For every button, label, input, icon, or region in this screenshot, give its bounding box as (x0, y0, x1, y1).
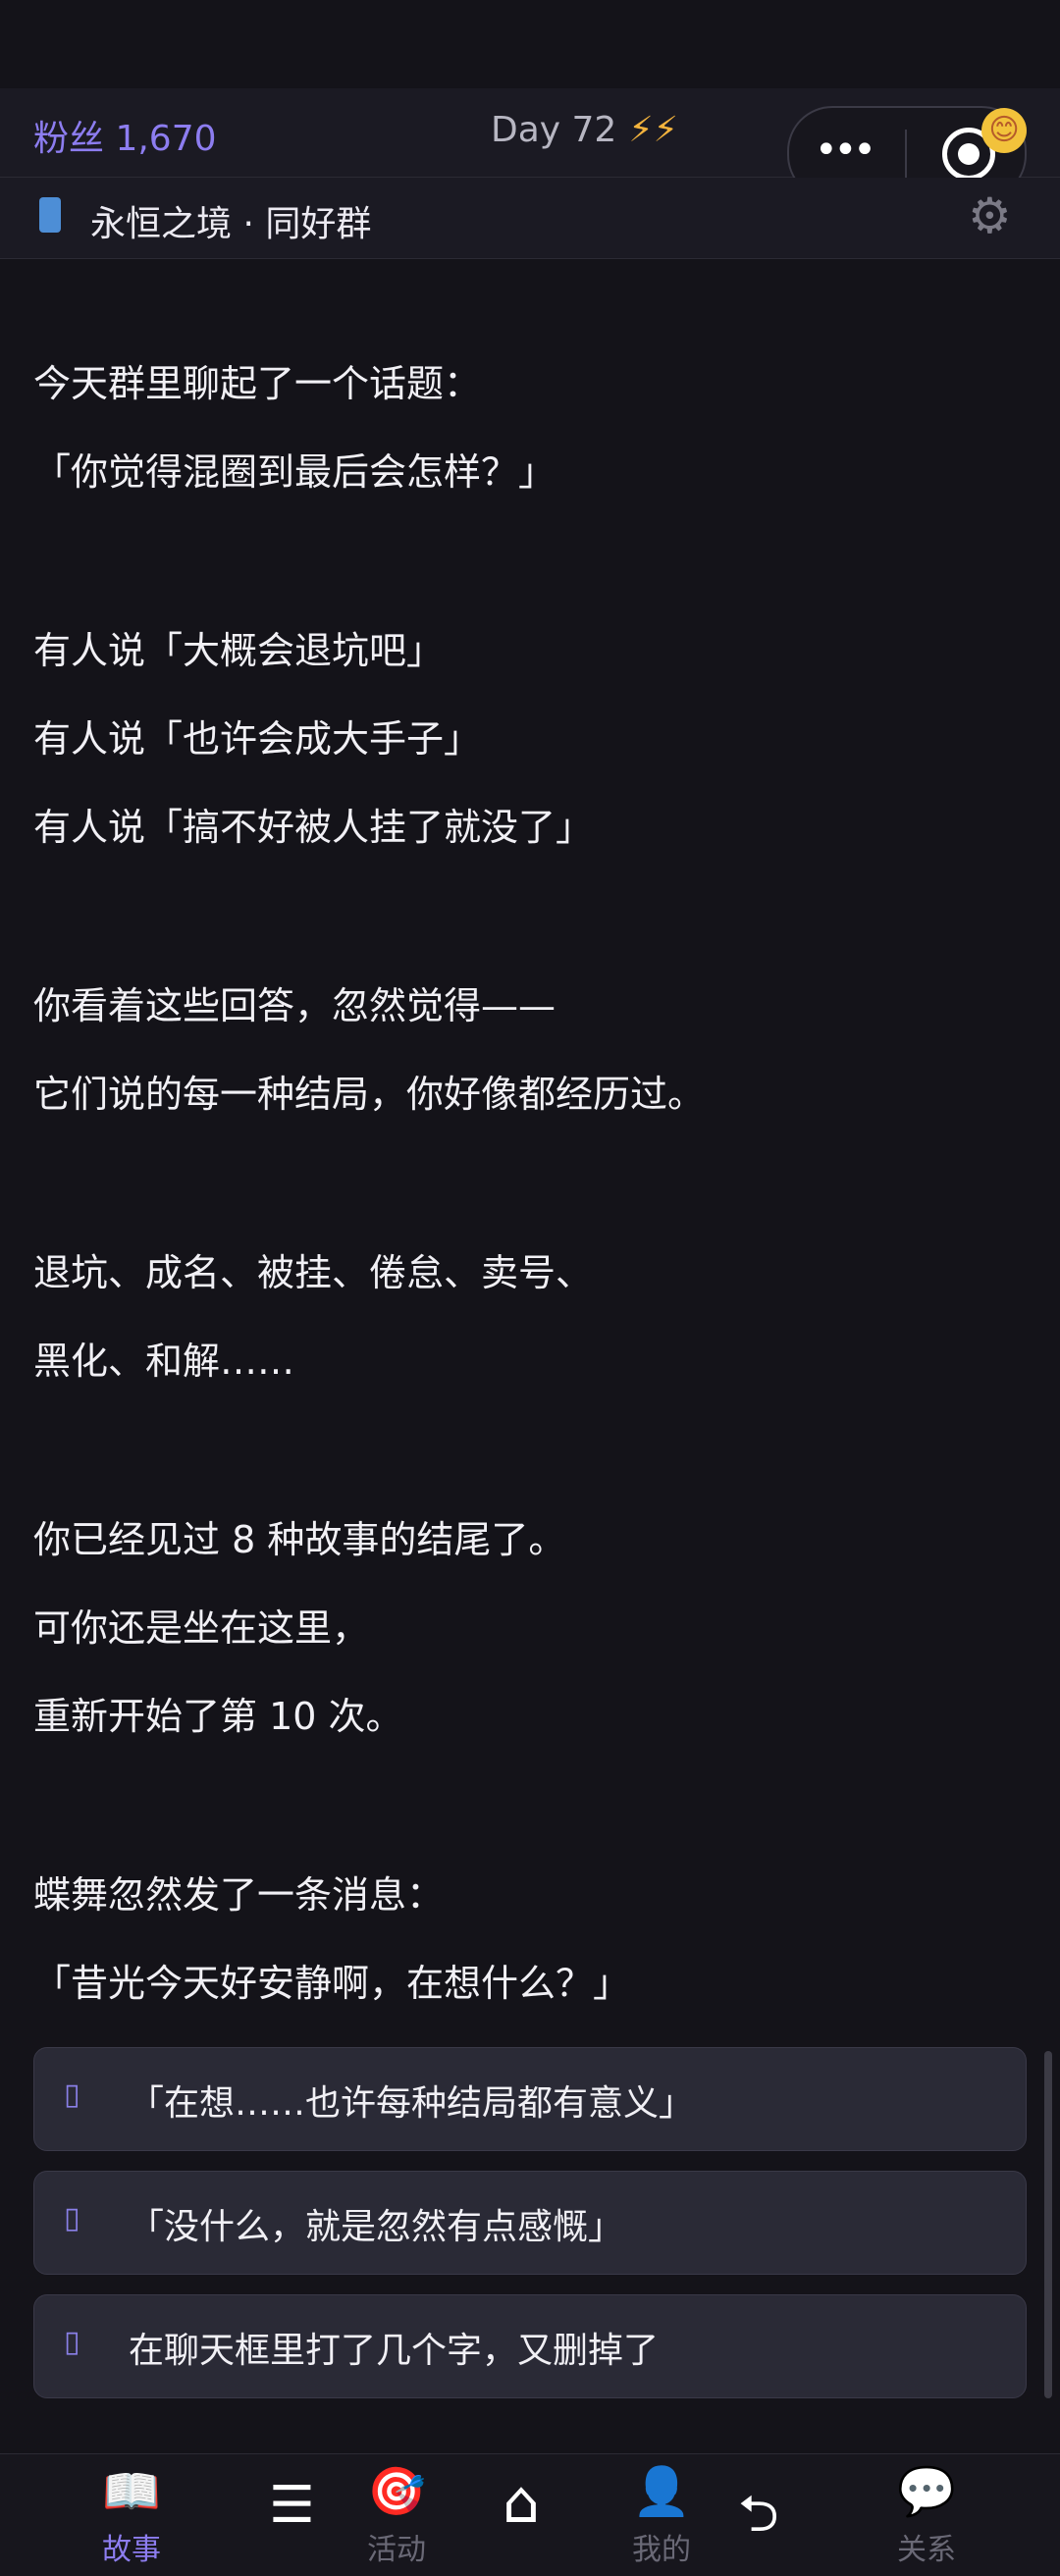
home-icon[interactable]: ⌂ (503, 2468, 540, 2537)
back-icon[interactable]: ⮌ (738, 2476, 779, 2563)
story-line: 「你觉得混圈到最后会怎样？」 (33, 450, 556, 494)
nav-mine[interactable]: 👤 我的 (593, 2462, 730, 2568)
choice-option-1[interactable]: ▯ 「在想……也许每种结局都有意义」 (33, 2047, 1027, 2151)
story-line: 黑化、和解…… (33, 1340, 295, 1383)
nav-label: 故事 (102, 2533, 161, 2567)
more-options-icon[interactable]: ••• (815, 131, 876, 170)
nav-label: 我的 (632, 2533, 691, 2567)
day-label: Day 72 (491, 110, 617, 150)
choice-label: 「在想……也许每种结局都有意义」 (129, 2083, 695, 2124)
group-title: 永恒之境 · 同好群 (90, 204, 372, 244)
story-line: 它们说的每一种结局，你好像都经历过。 (33, 1073, 706, 1116)
top-safe-area (0, 0, 1060, 88)
choice-label: 「没什么，就是忽然有点感慨」 (129, 2207, 624, 2247)
story-line: 你已经见过 8 种故事的结尾了。 (33, 1518, 566, 1561)
nav-story[interactable]: 📖 故事 (63, 2462, 200, 2568)
nav-label: 关系 (897, 2533, 956, 2567)
capsule-divider (905, 130, 907, 181)
story-line: 你看着这些回答，忽然觉得—— (33, 984, 556, 1027)
story-line: 「昔光今天好安静啊，在想什么？」 (33, 1962, 631, 2005)
nav-relation[interactable]: 💬 关系 (858, 2462, 995, 2568)
choice-marker-icon: ▯ (64, 2077, 80, 2112)
story-line: 退坑、成名、被挂、倦怠、卖号、 (33, 1251, 594, 1294)
user-icon: 👤 (632, 2464, 691, 2519)
energy-bolts-icon: ⚡⚡ (628, 110, 678, 150)
nav-activity[interactable]: 🎯 活动 (328, 2462, 465, 2568)
story-line: 有人说「大概会退坑吧」 (33, 629, 445, 672)
scrollbar[interactable] (1044, 2051, 1052, 2398)
day-counter: Day 72 ⚡⚡ (491, 110, 678, 150)
story-line: 可你还是坐在这里， (33, 1606, 370, 1650)
nav-label: 活动 (367, 2533, 426, 2567)
story-line: 有人说「搞不好被人挂了就没了」 (33, 806, 594, 849)
choice-label: 在聊天框里打了几个字，又删掉了 (129, 2331, 660, 2371)
menu-icon[interactable]: ☰ (269, 2476, 315, 2535)
phone-icon (39, 197, 61, 233)
smiley-badge-icon: 😊 (981, 108, 1027, 153)
choice-marker-icon: ▯ (64, 2201, 80, 2235)
gear-icon[interactable]: ⚙ (968, 187, 1012, 244)
bottom-nav: 📖 故事 ☰ 🎯 活动 ⌂ 👤 我的 ⮌ 💬 关系 (0, 2453, 1060, 2576)
choice-option-2[interactable]: ▯ 「没什么，就是忽然有点感慨」 (33, 2171, 1027, 2275)
story-line: 今天群里聊起了一个话题： (33, 362, 482, 405)
story-line: 有人说「也许会成大手子」 (33, 717, 482, 761)
book-icon: 📖 (102, 2464, 161, 2519)
choice-marker-icon: ▯ (64, 2325, 80, 2359)
status-header: 粉丝 1,670 Day 72 ⚡⚡ ••• (0, 88, 1060, 200)
story-line: 重新开始了第 10 次。 (33, 1695, 403, 1738)
fans-count: 粉丝 1,670 (33, 119, 217, 159)
story-line: 蝶舞忽然发了一条消息： (33, 1873, 445, 1917)
chat-bubble-icon: 💬 (897, 2464, 956, 2519)
target-icon: 🎯 (367, 2464, 426, 2519)
group-header: 永恒之境 · 同好群 ⚙ (0, 178, 1060, 259)
choice-option-3[interactable]: ▯ 在聊天框里打了几个字，又删掉了 (33, 2294, 1027, 2398)
